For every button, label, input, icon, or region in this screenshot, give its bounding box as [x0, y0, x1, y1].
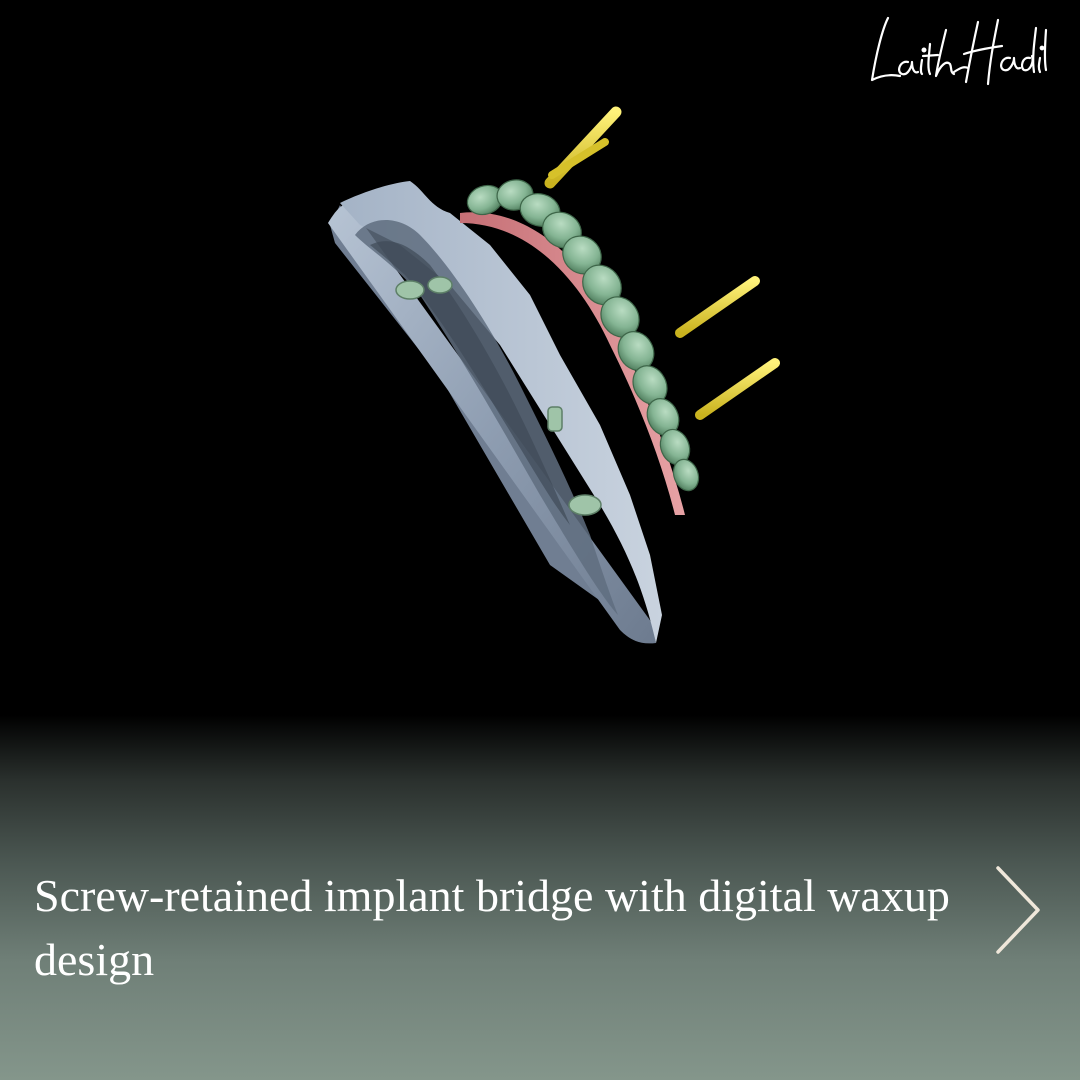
caption-text: Screw-retained implant bridge with digit… — [34, 870, 950, 985]
signature-logo — [870, 16, 1048, 86]
chevron-right-icon[interactable] — [988, 862, 1048, 958]
slide: Screw-retained implant bridge with digit… — [0, 0, 1080, 1080]
implant-bridge-model-illustration — [328, 106, 780, 644]
